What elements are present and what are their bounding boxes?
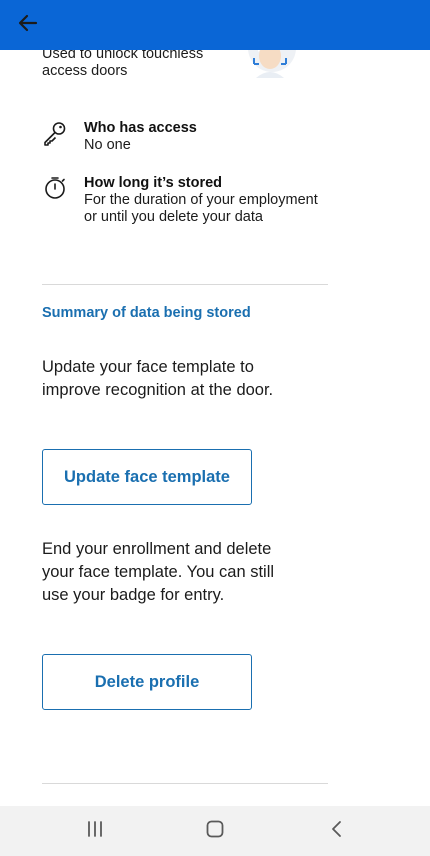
divider: [42, 284, 328, 285]
recent-apps-button[interactable]: [75, 816, 115, 846]
chevron-left-icon: [328, 820, 346, 843]
back-button[interactable]: [12, 9, 44, 41]
access-title: Who has access: [84, 120, 197, 136]
divider: [42, 783, 328, 784]
screen-content: Used to unlock touchless access doors Wh…: [0, 0, 430, 806]
update-description: Update your face template to improve rec…: [42, 358, 274, 399]
home-button[interactable]: [195, 816, 235, 846]
stopwatch-icon: [42, 175, 68, 201]
app-header: [0, 0, 430, 50]
nav-back-button[interactable]: [317, 816, 357, 846]
system-nav-bar: [0, 806, 430, 856]
key-icon: [42, 120, 68, 146]
recent-apps-icon: [86, 820, 104, 843]
home-icon: [205, 819, 225, 844]
storage-title: How long it’s stored: [84, 175, 223, 191]
arrow-left-icon: [17, 12, 39, 39]
delete-profile-button[interactable]: Delete profile: [42, 654, 252, 710]
delete-description: End your enrollment and delete your face…: [42, 540, 275, 604]
storage-value: For the duration of your employment or u…: [84, 192, 318, 225]
access-value: No one: [84, 137, 131, 153]
purpose-text: Used to unlock touchless access doors: [42, 46, 204, 79]
summary-of-data-link[interactable]: Summary of data being stored: [42, 305, 251, 321]
update-face-template-button[interactable]: Update face template: [42, 449, 252, 505]
